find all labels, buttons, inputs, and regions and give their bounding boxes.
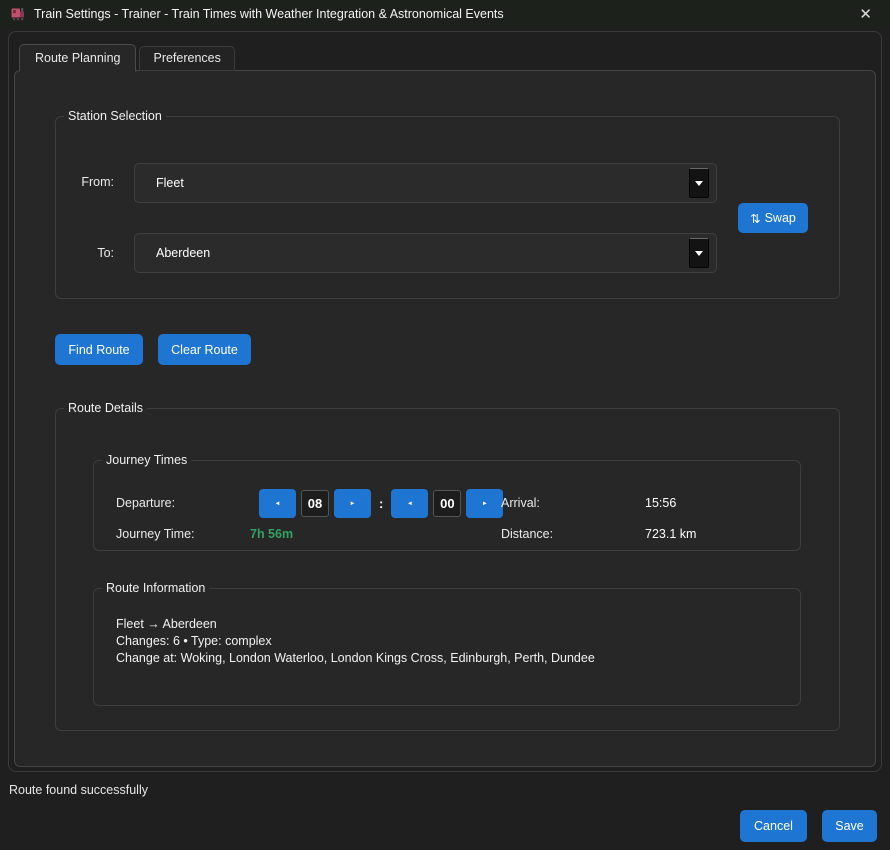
- cancel-button[interactable]: Cancel: [740, 810, 807, 842]
- from-label: From:: [56, 175, 114, 189]
- route-information-text: Fleet → Aberdeen Changes: 6 • Type: comp…: [116, 616, 595, 667]
- footer-buttons: Cancel Save: [740, 810, 877, 842]
- hour-decrement-button[interactable]: ◄: [259, 489, 296, 518]
- route-information-group: Route Information Fleet → Aberdeen Chang…: [93, 581, 801, 706]
- distance-label: Distance:: [501, 527, 553, 541]
- arrival-value: 15:56: [645, 496, 676, 510]
- chevron-down-icon[interactable]: [689, 238, 709, 268]
- hour-value-box[interactable]: 08: [301, 490, 329, 517]
- to-station-value: Aberdeen: [156, 246, 210, 260]
- swap-button[interactable]: ⇅ Swap: [738, 203, 808, 233]
- route-changes-line: Changes: 6 • Type: complex: [116, 633, 595, 650]
- from-station-value: Fleet: [156, 176, 184, 190]
- route-details-legend: Route Details: [64, 401, 147, 415]
- time-separator: :: [379, 496, 383, 511]
- swap-button-label: Swap: [765, 211, 796, 225]
- close-icon[interactable]: ✕: [851, 5, 880, 24]
- tab-strip: Route Planning Preferences: [19, 43, 235, 71]
- station-selection-legend: Station Selection: [64, 109, 166, 123]
- tab-preferences[interactable]: Preferences: [139, 46, 234, 71]
- departure-label: Departure:: [116, 496, 175, 510]
- arrival-label: Arrival:: [501, 496, 540, 510]
- tab-route-planning[interactable]: Route Planning: [19, 44, 136, 72]
- station-selection-group: Station Selection From: Fleet To: Aberde…: [55, 109, 840, 299]
- train-icon: [10, 6, 26, 22]
- journey-times-group: Journey Times Departure: ◄ 08 ► : ◄ 00 ►…: [93, 453, 801, 551]
- departure-time-spinner: ◄ 08 ► : ◄ 00 ►: [259, 489, 503, 518]
- window-title: Train Settings - Trainer - Train Times w…: [34, 7, 504, 21]
- clear-route-button[interactable]: Clear Route: [158, 334, 251, 365]
- minute-increment-button[interactable]: ►: [466, 489, 503, 518]
- to-label: To:: [56, 246, 114, 260]
- route-change-stations-line: Change at: Woking, London Waterloo, Lond…: [116, 650, 595, 667]
- chevron-down-icon[interactable]: [689, 168, 709, 198]
- distance-value: 723.1 km: [645, 527, 696, 541]
- swap-arrows-icon: ⇅: [750, 211, 760, 226]
- hour-increment-button[interactable]: ►: [334, 489, 371, 518]
- route-summary-line: Fleet → Aberdeen: [116, 616, 595, 633]
- route-information-legend: Route Information: [102, 581, 209, 595]
- minute-decrement-button[interactable]: ◄: [391, 489, 428, 518]
- tab-page-route-planning: Station Selection From: Fleet To: Aberde…: [14, 70, 876, 767]
- status-bar-text: Route found successfully: [9, 783, 148, 797]
- to-station-select[interactable]: Aberdeen: [134, 233, 717, 273]
- tab-control: Station Selection From: Fleet To: Aberde…: [8, 31, 882, 772]
- from-station-select[interactable]: Fleet: [134, 163, 717, 203]
- journey-time-value: 7h 56m: [250, 527, 293, 541]
- save-button[interactable]: Save: [822, 810, 877, 842]
- journey-times-legend: Journey Times: [102, 453, 191, 467]
- minute-value-box[interactable]: 00: [433, 490, 461, 517]
- route-details-group: Route Details Journey Times Departure: ◄…: [55, 401, 840, 731]
- find-route-button[interactable]: Find Route: [55, 334, 143, 365]
- title-bar: Train Settings - Trainer - Train Times w…: [0, 0, 890, 28]
- journey-time-label: Journey Time:: [116, 527, 195, 541]
